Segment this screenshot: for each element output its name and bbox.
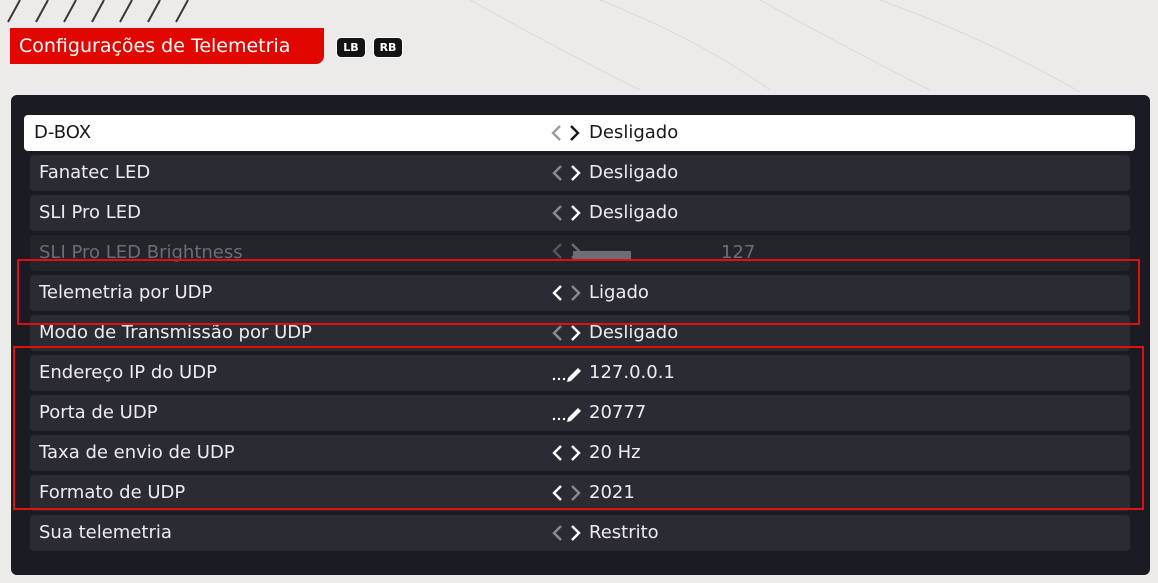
arrow-selector[interactable] — [550, 484, 584, 502]
setting-label: Modo de Transmissão por UDP — [39, 322, 312, 343]
setting-label: SLI Pro LED — [39, 202, 142, 223]
setting-row-sli-pro-led[interactable]: SLI Pro LED Desligado — [30, 195, 1130, 231]
setting-label: D-BOX — [34, 122, 92, 143]
chevron-left-icon — [552, 285, 562, 301]
setting-value: Ligado — [589, 282, 649, 303]
arrow-selector[interactable] — [550, 324, 584, 342]
slider-value: 127 — [721, 242, 756, 263]
setting-label: Telemetria por UDP — [39, 282, 213, 303]
pencil-icon[interactable] — [551, 403, 585, 423]
setting-row-udp-format[interactable]: Formato de UDP 2021 — [30, 475, 1130, 511]
arrow-selector[interactable] — [550, 164, 584, 182]
arrow-selector[interactable] — [550, 444, 584, 462]
setting-row-udp-broadcast-mode[interactable]: Modo de Transmissão por UDP Desligado — [30, 315, 1130, 351]
setting-value: Desligado — [589, 202, 679, 223]
brightness-slider[interactable] — [573, 251, 693, 261]
chevron-right-icon — [571, 525, 581, 541]
setting-row-dbox[interactable]: D-BOX Desligado — [24, 115, 1135, 151]
setting-row-udp-port[interactable]: Porta de UDP 20777 — [30, 395, 1130, 431]
setting-value: Desligado — [589, 162, 679, 183]
setting-label: Taxa de envio de UDP — [39, 442, 235, 463]
arrow-selector[interactable] — [550, 524, 584, 542]
chevron-right-icon — [571, 445, 581, 461]
setting-value: 20 Hz — [589, 442, 641, 463]
setting-label: Sua telemetria — [39, 522, 172, 543]
rb-button[interactable]: RB — [373, 37, 403, 58]
chevron-right-icon — [571, 205, 581, 221]
setting-value: Desligado — [589, 122, 679, 143]
setting-row-sli-pro-led-brightness[interactable]: SLI Pro LED Brightness 127 — [30, 235, 1130, 271]
setting-label: Porta de UDP — [39, 402, 158, 423]
slider-fill — [573, 251, 631, 261]
chevron-left-icon — [552, 525, 562, 541]
chevron-left-icon — [552, 325, 562, 341]
chevron-right-icon — [570, 125, 580, 141]
chevron-right-icon — [571, 285, 581, 301]
setting-label: SLI Pro LED Brightness — [39, 242, 243, 263]
chevron-left-icon — [551, 125, 561, 141]
page-title: Configurações de Telemetria — [10, 28, 324, 64]
setting-label: Fanatec LED — [39, 162, 151, 183]
chevron-left-icon — [552, 445, 562, 461]
settings-panel: D-BOX Desligado Fanatec LED Desligado SL… — [11, 95, 1150, 575]
pencil-icon[interactable] — [551, 363, 585, 383]
setting-row-udp-send-rate[interactable]: Taxa de envio de UDP 20 Hz — [30, 435, 1130, 471]
setting-row-your-telemetry[interactable]: Sua telemetria Restrito — [30, 515, 1130, 551]
setting-row-fanatec-led[interactable]: Fanatec LED Desligado — [30, 155, 1130, 191]
setting-value: 2021 — [589, 482, 635, 503]
setting-value: 127.0.0.1 — [589, 362, 675, 383]
chevron-left-icon — [552, 485, 562, 501]
chevron-left-icon — [552, 243, 562, 259]
setting-value: 20777 — [589, 402, 647, 423]
arrow-selector[interactable] — [549, 124, 583, 142]
chevron-right-icon — [571, 485, 581, 501]
setting-label: Endereço IP do UDP — [39, 362, 217, 383]
setting-label: Formato de UDP — [39, 482, 186, 503]
arrow-selector[interactable] — [550, 284, 584, 302]
chevron-right-icon — [571, 165, 581, 181]
chevron-left-icon — [552, 165, 562, 181]
setting-value: Restrito — [589, 522, 659, 543]
setting-row-udp-telemetry[interactable]: Telemetria por UDP Ligado — [30, 275, 1130, 311]
arrow-selector[interactable] — [550, 204, 584, 222]
setting-row-udp-ip-address[interactable]: Endereço IP do UDP 127.0.0.1 — [30, 355, 1130, 391]
chevron-left-icon — [552, 205, 562, 221]
lb-button[interactable]: LB — [336, 37, 366, 58]
chevron-right-icon — [571, 325, 581, 341]
setting-value: Desligado — [589, 322, 679, 343]
